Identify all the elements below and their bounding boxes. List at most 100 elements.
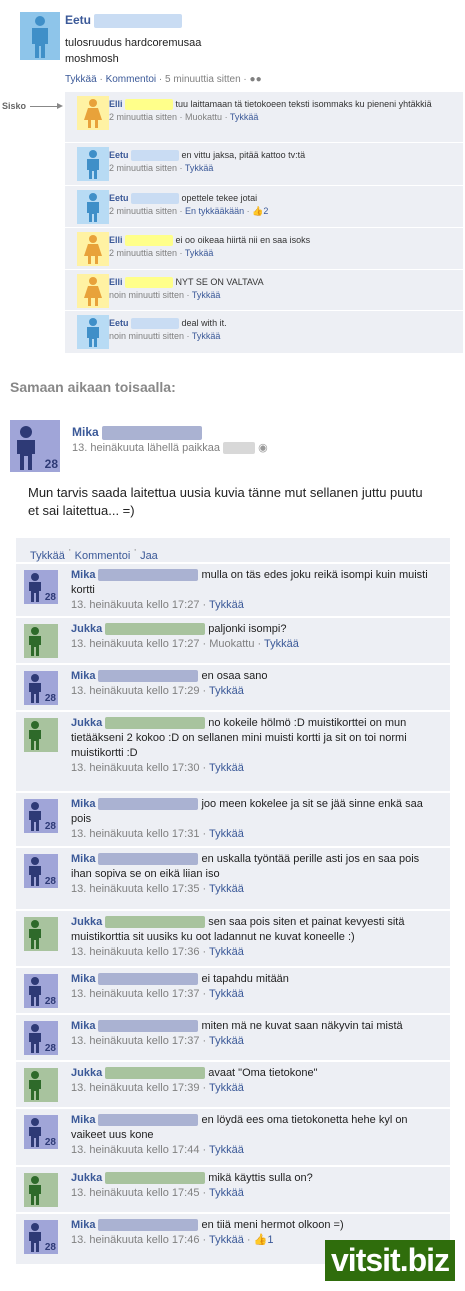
like-link[interactable]: En tykkääkään xyxy=(185,206,244,216)
redacted-surname xyxy=(98,853,199,866)
comment-meta: 13. heinäkuuta kello 17:36 · Tykkää xyxy=(71,946,244,958)
avatar[interactable]: 28 xyxy=(24,974,58,1008)
comment-author[interactable]: Elli xyxy=(109,277,123,287)
avatar[interactable] xyxy=(24,1068,58,1102)
like-link[interactable]: Tykkää xyxy=(192,331,221,341)
comment: 28 Mika en uskalla työntää perille asti jo… xyxy=(16,847,450,909)
like-link[interactable]: Tykkää xyxy=(209,1187,244,1199)
comment-link[interactable]: Kommentoi xyxy=(106,74,157,85)
avatar[interactable] xyxy=(24,917,58,951)
comment-author[interactable]: Elli xyxy=(109,235,123,245)
person-icon xyxy=(32,16,48,58)
comment-author[interactable]: Jukka xyxy=(71,1067,102,1079)
avatar[interactable] xyxy=(77,190,109,224)
comment-text: miten mä ne kuvat saan näkyvin tai mistä xyxy=(201,1020,403,1032)
comment-author[interactable]: Mika xyxy=(71,853,95,865)
like-count[interactable]: 1 xyxy=(267,1234,273,1246)
person-icon xyxy=(84,99,102,128)
like-link[interactable]: Tykkää xyxy=(209,1234,244,1246)
comment-author[interactable]: Mika xyxy=(71,1219,95,1231)
timestamp: 13. heinäkuuta kello 17:29 xyxy=(71,685,200,697)
avatar[interactable] xyxy=(24,624,58,658)
author-name[interactable]: Eetu xyxy=(65,13,91,27)
like-link[interactable]: Tykkää xyxy=(209,828,244,840)
avatar[interactable] xyxy=(77,147,109,181)
avatar[interactable]: 28 xyxy=(24,799,58,833)
like-link[interactable]: Tykkää xyxy=(209,1144,244,1156)
post-author[interactable]: Eetu xyxy=(65,13,183,28)
comment-author[interactable]: Mika xyxy=(71,1114,95,1126)
comment-text: en osaa sano xyxy=(201,670,268,682)
like-count[interactable]: 2 xyxy=(263,206,268,216)
like-link[interactable]: Tykkää xyxy=(209,685,244,697)
comment-link[interactable]: Kommentoi xyxy=(75,550,131,562)
comment-author[interactable]: Mika xyxy=(71,973,95,985)
comment-meta: noin minuutti sitten · Tykkää xyxy=(109,331,221,341)
like-link[interactable]: Tykkää xyxy=(65,74,97,85)
thumbs-up-icon[interactable]: 👍 xyxy=(252,206,263,216)
comment-author[interactable]: Mika xyxy=(71,569,95,581)
share-link[interactable]: Jaa xyxy=(140,550,158,562)
avatar[interactable] xyxy=(77,232,109,266)
redacted-surname xyxy=(125,235,174,247)
comment-body: Jukka paljonki isompi? 13. heinäkuuta kell… xyxy=(71,622,431,652)
avatar[interactable] xyxy=(77,274,109,308)
like-link[interactable]: Tykkää xyxy=(209,1035,244,1047)
comment-author[interactable]: Eetu xyxy=(109,318,129,328)
comment-author[interactable]: Mika xyxy=(71,1020,95,1032)
like-link[interactable]: Tykkää xyxy=(264,638,299,650)
comment-body: Mika mulla on täs edes joku reikä isompi … xyxy=(71,568,431,613)
timestamp: 2 minuuttia sitten xyxy=(109,163,178,173)
person-icon xyxy=(87,193,99,222)
comment-text: en tiiä meni hermot olkoon =) xyxy=(201,1219,344,1231)
comment-author[interactable]: Eetu xyxy=(109,150,129,160)
like-link[interactable]: Tykkää xyxy=(185,248,214,258)
timestamp: noin minuutti sitten xyxy=(109,331,185,341)
thumbs-up-icon[interactable]: 👍 xyxy=(254,1234,268,1246)
avatar[interactable]: 28 xyxy=(24,1115,58,1149)
avatar[interactable]: 28 xyxy=(24,570,58,604)
avatar[interactable] xyxy=(24,718,58,752)
author-name[interactable]: Mika xyxy=(72,425,99,439)
avatar[interactable]: 28 xyxy=(24,671,58,705)
avatar[interactable]: 28 xyxy=(24,1021,58,1055)
like-link[interactable]: Tykkää xyxy=(209,762,244,774)
comment-author[interactable]: Mika xyxy=(71,798,95,810)
comment-text: tuu laittamaan tä tietokoeen teksti isom… xyxy=(175,99,432,109)
comment-body: Eetu deal with it. noin minuutti sitten ·… xyxy=(109,317,454,343)
avatar[interactable] xyxy=(77,96,109,130)
comment-author[interactable]: Jukka xyxy=(71,623,102,635)
avatar[interactable] xyxy=(24,1173,58,1207)
comment-author[interactable]: Jukka xyxy=(71,1172,102,1184)
redacted-surname xyxy=(94,13,183,28)
like-link[interactable]: Tykkää xyxy=(209,988,244,1000)
like-link[interactable]: Tykkää xyxy=(192,290,221,300)
avatar[interactable] xyxy=(77,315,109,349)
comment-text: deal with it. xyxy=(181,318,227,328)
post-author[interactable]: Mika xyxy=(72,425,203,440)
comment-author[interactable]: Mika xyxy=(71,670,95,682)
person-icon xyxy=(84,277,102,306)
avatar[interactable]: 28 xyxy=(24,1220,58,1254)
like-link[interactable]: Tykkää xyxy=(209,946,244,958)
avatar[interactable] xyxy=(20,12,60,60)
timestamp: 2 minuuttia sitten xyxy=(109,112,178,122)
person-icon xyxy=(29,1176,41,1205)
like-link[interactable]: Tykkää xyxy=(185,163,214,173)
edited-label: Muokattu xyxy=(209,638,255,650)
like-link[interactable]: Tykkää xyxy=(209,599,244,611)
comment-author[interactable]: Eetu xyxy=(109,193,129,203)
comment: Eetu opettele tekee jotai 2 minuuttia sit… xyxy=(65,186,463,228)
age-label: 28 xyxy=(44,693,56,704)
person-icon xyxy=(87,150,99,179)
like-link[interactable]: Tykkää xyxy=(30,550,65,562)
like-link[interactable]: Tykkää xyxy=(209,883,244,895)
like-link[interactable]: Tykkää xyxy=(209,1082,244,1094)
comment-author[interactable]: Jukka xyxy=(71,916,102,928)
comment-author[interactable]: Jukka xyxy=(71,717,102,729)
avatar[interactable]: 28 xyxy=(10,420,60,472)
comment-author[interactable]: Elli xyxy=(109,99,123,109)
avatar[interactable]: 28 xyxy=(24,854,58,888)
like-link[interactable]: Tykkää xyxy=(230,112,259,122)
friends-icon: ●● xyxy=(249,74,262,85)
